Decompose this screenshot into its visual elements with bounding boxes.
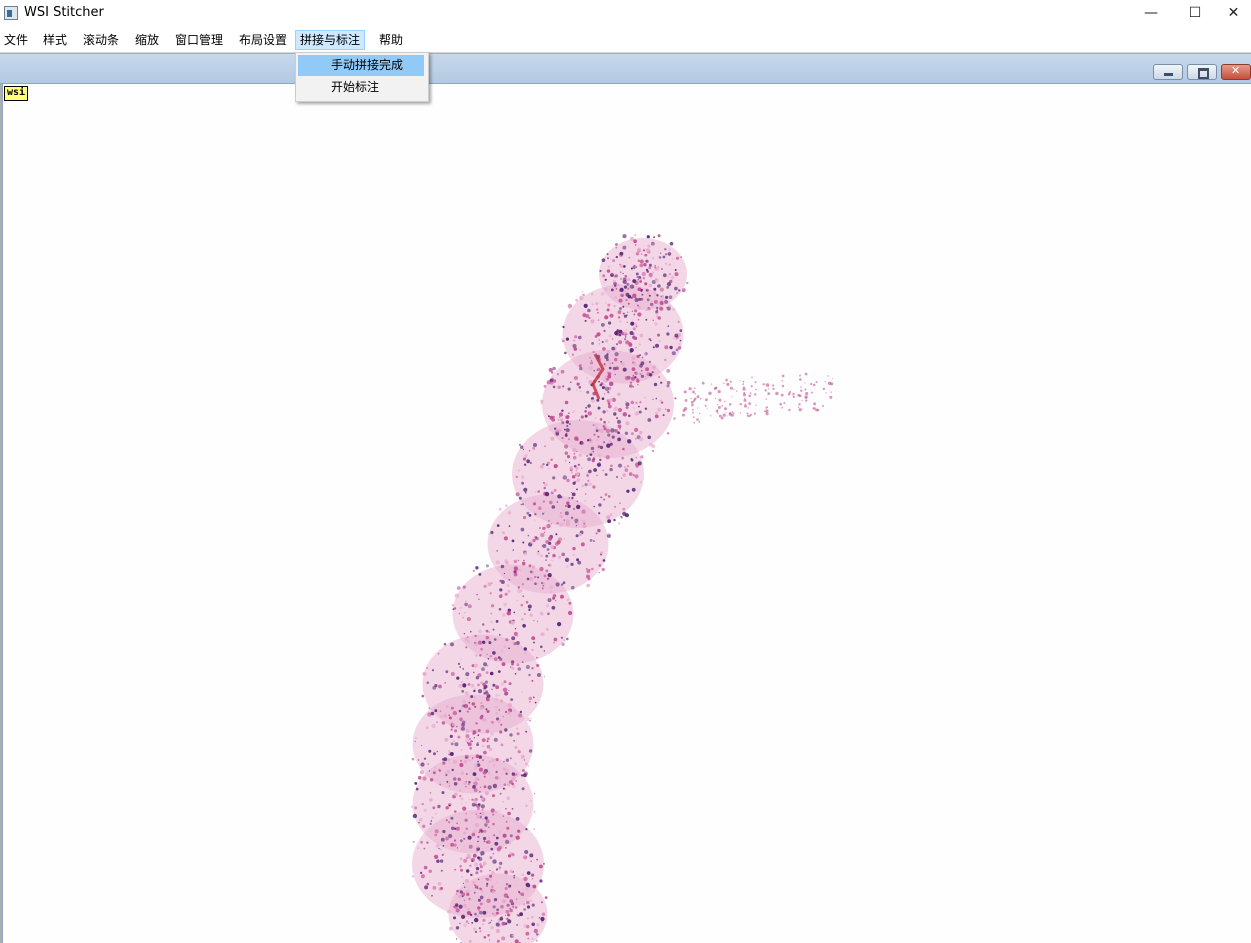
wsi-canvas[interactable]: wsi (2, 84, 1251, 943)
subwindow-restore-button[interactable] (1187, 64, 1217, 80)
menu-item-start-annotation[interactable]: 开始标注 (298, 77, 424, 98)
app-icon (4, 6, 18, 20)
window-title: WSI Stitcher (24, 5, 104, 20)
close-button[interactable]: ✕ (1216, 0, 1251, 28)
subwindow-close-button[interactable] (1221, 64, 1251, 80)
menu-style[interactable]: 样式 (39, 30, 71, 50)
menu-stitch-annotate[interactable]: 拼接与标注 (295, 30, 366, 50)
menu-zoom[interactable]: 缩放 (131, 30, 163, 50)
subwindow-minimize-button[interactable] (1153, 64, 1183, 80)
wsi-subwindow: wsi (0, 54, 1251, 943)
menu-help[interactable]: 帮助 (375, 30, 407, 50)
title-bar: WSI Stitcher — ☐ ✕ (0, 0, 1251, 28)
stitch-annotate-dropdown: 手动拼接完成 开始标注 (295, 52, 429, 102)
menu-bar: 文件 样式 滚动条 缩放 窗口管理 布局设置 拼接与标注 帮助 (0, 28, 1251, 53)
mdi-area: wsi (0, 53, 1251, 943)
menu-layout-settings[interactable]: 布局设置 (235, 30, 291, 50)
subwindow-label: wsi (4, 86, 29, 101)
menu-window-management[interactable]: 窗口管理 (171, 30, 227, 50)
subwindow-title-bar[interactable] (0, 54, 1251, 84)
maximize-button[interactable]: ☐ (1172, 0, 1218, 28)
menu-item-manual-stitch-complete[interactable]: 手动拼接完成 (298, 55, 424, 76)
minimize-button[interactable]: — (1128, 0, 1174, 28)
tissue-slide-image (410, 234, 834, 943)
menu-file[interactable]: 文件 (0, 30, 32, 50)
menu-scrollbar[interactable]: 滚动条 (79, 30, 123, 50)
